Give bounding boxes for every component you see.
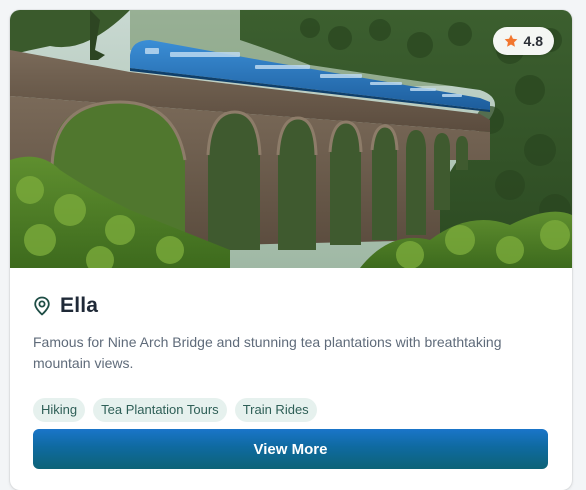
tag-tea-plantation-tours: Tea Plantation Tours: [93, 398, 227, 422]
activity-tags: Hiking Tea Plantation Tours Train Rides: [33, 398, 549, 422]
tag-hiking: Hiking: [33, 398, 86, 422]
view-more-button[interactable]: View More: [33, 429, 548, 469]
bridge-photo: [10, 10, 572, 268]
destination-image: 4.8: [10, 10, 572, 268]
star-icon: [504, 34, 517, 47]
title-row: Ella: [33, 294, 549, 318]
tag-train-rides: Train Rides: [234, 398, 317, 422]
map-pin-icon: [34, 296, 50, 316]
rating-value: 4.8: [523, 33, 543, 49]
destination-card[interactable]: 4.8 Ella Famous for Nine Arch Bridge and…: [10, 10, 572, 490]
destination-title: Ella: [60, 294, 99, 317]
card-body: Ella Famous for Nine Arch Bridge and stu…: [33, 268, 549, 422]
destination-description: Famous for Nine Arch Bridge and stunning…: [33, 334, 502, 371]
rating-badge: 4.8: [492, 27, 554, 55]
